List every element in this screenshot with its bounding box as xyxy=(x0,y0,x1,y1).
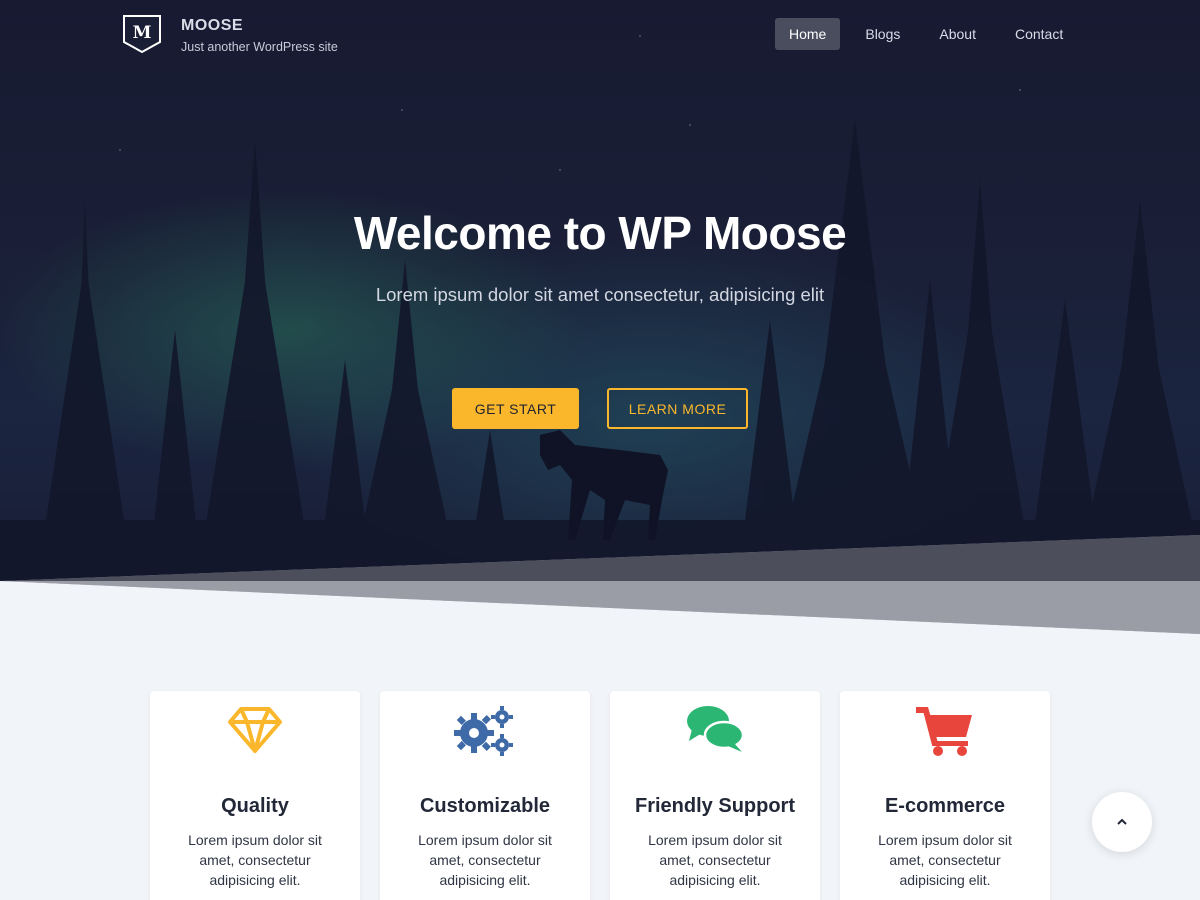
get-start-button[interactable]: GET START xyxy=(452,388,579,429)
feature-card-quality: Quality Lorem ipsum dolor sit amet, cons… xyxy=(150,691,360,900)
shopping-cart-icon xyxy=(916,707,972,756)
section-divider xyxy=(0,535,1200,640)
feature-text: Lorem ipsum dolor sit amet, consectetur … xyxy=(648,832,782,888)
chat-bubbles-icon xyxy=(687,706,744,752)
feature-card-customizable: Customizable Lorem ipsum dolor sit amet,… xyxy=(380,691,590,900)
feature-card-support: Friendly Support Lorem ipsum dolor sit a… xyxy=(610,691,820,900)
feature-text: Lorem ipsum dolor sit amet, consectetur … xyxy=(878,832,1012,888)
chevron-up-icon xyxy=(1117,818,1127,825)
site-logo-icon[interactable]: M xyxy=(122,14,162,54)
gears-icon xyxy=(454,706,513,756)
main-navigation: Home Blogs About Contact xyxy=(775,18,1088,50)
learn-more-button[interactable]: LEARN MORE xyxy=(607,388,748,429)
nav-item-home[interactable]: Home xyxy=(775,18,841,50)
site-tagline: Just another WordPress site xyxy=(181,40,338,54)
scroll-to-top-button[interactable] xyxy=(1092,792,1152,852)
feature-card-ecommerce: E-commerce Lorem ipsum dolor sit amet, c… xyxy=(840,691,1050,900)
nav-item-about[interactable]: About xyxy=(925,18,990,50)
feature-title: Friendly Support xyxy=(635,795,795,817)
nav-item-blogs[interactable]: Blogs xyxy=(851,18,914,50)
diamond-icon xyxy=(228,707,282,753)
hero-subtitle: Lorem ipsum dolor sit amet consectetur, … xyxy=(375,284,825,305)
feature-text: Lorem ipsum dolor sit amet, consectetur … xyxy=(188,832,322,888)
feature-title: Customizable xyxy=(419,795,551,817)
site-title[interactable]: MOOSE xyxy=(181,17,243,35)
nav-item-contact[interactable]: Contact xyxy=(1001,18,1077,50)
feature-title: Quality xyxy=(221,795,289,817)
feature-text: Lorem ipsum dolor sit amet, consectetur … xyxy=(418,832,552,888)
hero-title: Welcome to WP Moose xyxy=(353,207,847,259)
feature-title: E-commerce xyxy=(884,795,1006,817)
logo-letter: M xyxy=(133,23,152,43)
